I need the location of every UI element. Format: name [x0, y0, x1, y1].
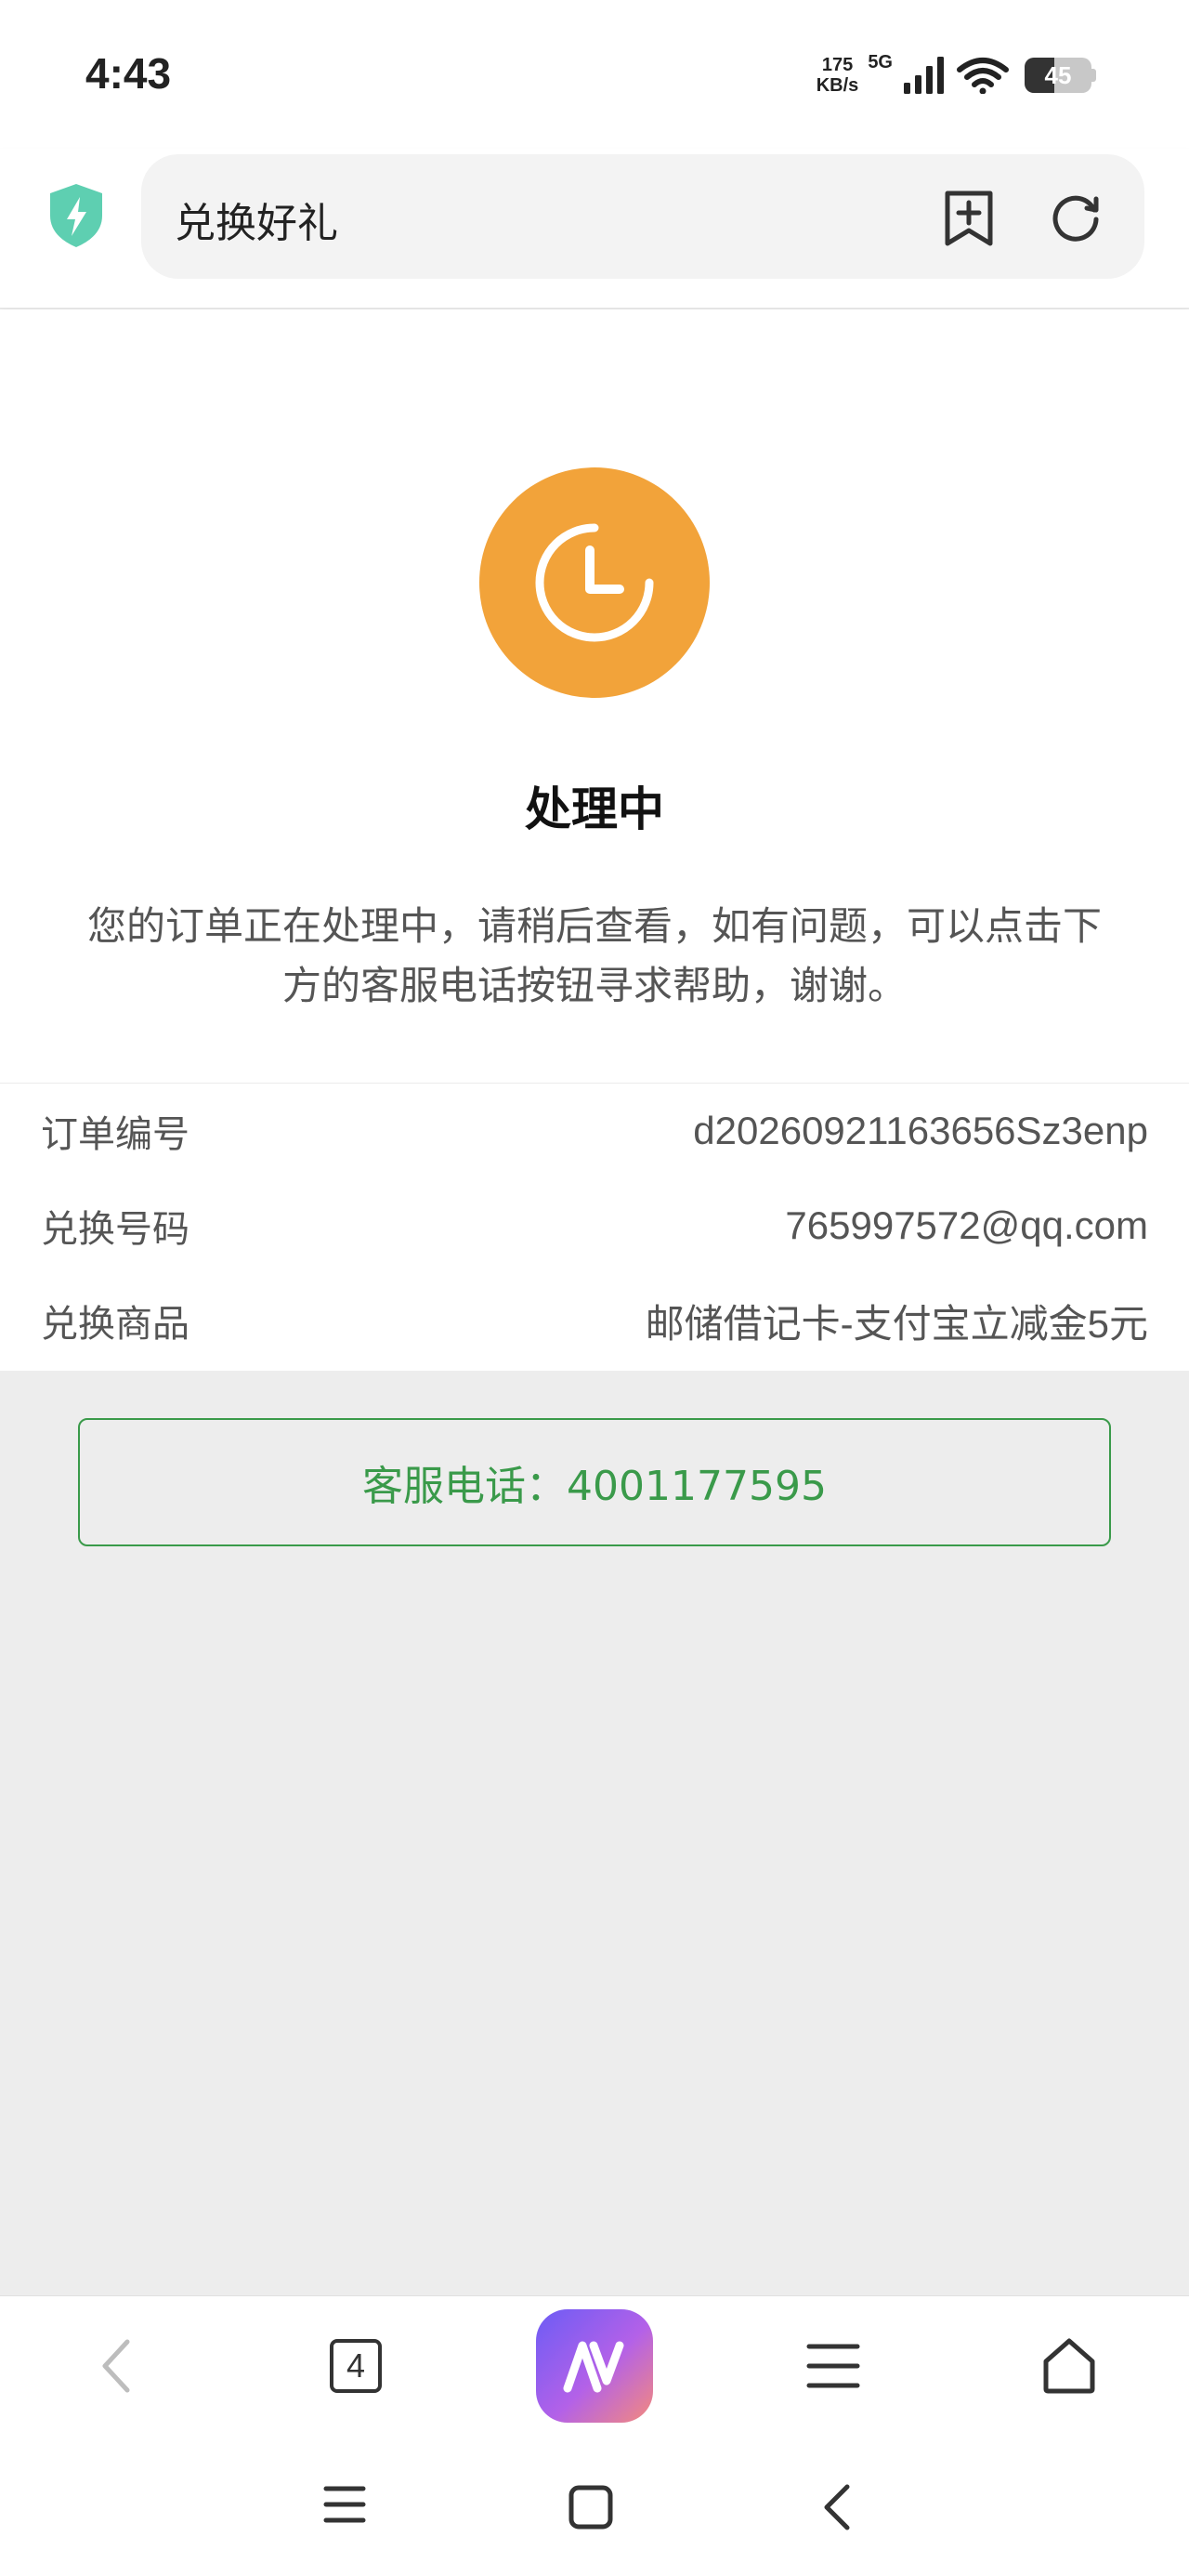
- order-status-card: 处理中 您的订单正在处理中，请稍后查看，如有问题，可以点击下方的客服电话按钮寻求…: [0, 309, 1189, 1371]
- status-bar: 4:43 175 KB/s 5G 45: [0, 0, 1189, 149]
- order-number-row: 订单编号 d20260921163656Sz3enp: [0, 1084, 1189, 1178]
- redeem-account-row: 兑换号码 765997572@qq.com: [0, 1178, 1189, 1273]
- status-description: 您的订单正在处理中，请稍后查看，如有问题，可以点击下方的客服电话按钮寻求帮助，谢…: [86, 903, 1102, 1008]
- processing-status-icon: [479, 467, 710, 698]
- battery-indicator: 45: [1019, 58, 1096, 93]
- order-info-list: 订单编号 d20260921163656Sz3enp 兑换号码 76599757…: [0, 1083, 1189, 1368]
- menu-icon: [806, 2344, 860, 2388]
- customer-service-phone-button[interactable]: 客服电话：4001177595: [78, 1418, 1111, 1546]
- nav-tabs-button[interactable]: 4: [295, 2296, 416, 2436]
- wifi-icon: [957, 58, 1009, 94]
- address-bar[interactable]: 兑换好礼: [141, 154, 1144, 279]
- ai-assistant-icon: [536, 2309, 653, 2423]
- status-title: 处理中: [525, 782, 664, 836]
- status-time: 4:43: [85, 49, 172, 98]
- info-label: 订单编号: [41, 1113, 189, 1156]
- status-indicators: 175 KB/s 5G 45: [817, 52, 1096, 99]
- browser-toolbar: 兑换好礼: [0, 149, 1189, 309]
- nav-back-button[interactable]: [56, 2296, 176, 2436]
- back-icon: [102, 2339, 130, 2393]
- home-icon: [1043, 2338, 1095, 2394]
- add-bookmark-icon[interactable]: [942, 190, 996, 247]
- redeem-product-row: 兑换商品 邮储借记卡-支付宝立减金5元: [0, 1273, 1189, 1368]
- info-label: 兑换号码: [41, 1208, 189, 1251]
- nav-home-button[interactable]: [1009, 2296, 1130, 2436]
- nav-ai-assistant-button[interactable]: [535, 2296, 654, 2436]
- system-back-icon[interactable]: [821, 2483, 853, 2531]
- info-value: d20260921163656Sz3enp: [693, 1109, 1148, 1152]
- recent-apps-icon[interactable]: [323, 2485, 366, 2524]
- tabs-icon: 4: [330, 2339, 382, 2393]
- info-value: 765997572@qq.com: [785, 1203, 1148, 1247]
- network-speed: 175 KB/s: [816, 55, 859, 96]
- battery-label: 45: [1044, 60, 1072, 89]
- info-label: 兑换商品: [41, 1303, 189, 1346]
- nav-menu-button[interactable]: [773, 2296, 894, 2436]
- info-value: 邮储借记卡-支付宝立减金5元: [645, 1301, 1148, 1346]
- security-shield-icon[interactable]: [46, 182, 106, 249]
- system-home-icon[interactable]: [568, 2485, 613, 2530]
- network-type: 5G: [868, 52, 893, 72]
- system-navigation-bar: [0, 2435, 1189, 2576]
- browser-bottom-nav: 4: [0, 2295, 1189, 2435]
- clock-icon: [535, 523, 654, 642]
- page-title: 兑换好礼: [175, 200, 338, 247]
- signal-icon: [904, 57, 944, 94]
- reload-icon[interactable]: [1048, 190, 1104, 245]
